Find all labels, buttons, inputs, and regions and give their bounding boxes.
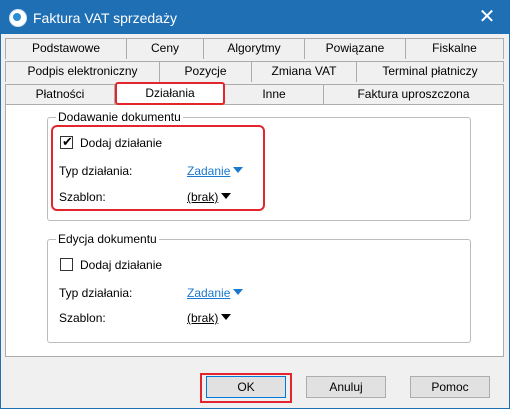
- adding-template-dropdown[interactable]: (brak): [187, 190, 232, 204]
- adding-type-label: Typ działania:: [59, 164, 133, 178]
- close-icon[interactable]: ✕: [465, 1, 509, 34]
- tab-pozycje[interactable]: Pozycje: [159, 61, 252, 82]
- cancel-button[interactable]: Anuluj: [306, 376, 386, 398]
- adding-type-value: Zadanie: [187, 164, 231, 178]
- adding-add-action-checkbox[interactable]: ✔: [60, 134, 73, 149]
- editing-type-value: Zadanie: [187, 286, 231, 300]
- editing-template-value: (brak): [187, 311, 219, 325]
- tab-inne[interactable]: Inne: [224, 84, 324, 105]
- window-title: Faktura VAT sprzedaży: [33, 10, 177, 26]
- group-editing-legend: Edycja dokumentu: [56, 232, 159, 246]
- chevron-down-icon: [233, 167, 244, 173]
- title-bar: Faktura VAT sprzedaży ✕: [1, 1, 509, 34]
- ok-button[interactable]: OK: [206, 376, 286, 398]
- adding-type-dropdown[interactable]: Zadanie: [187, 164, 244, 178]
- tab-terminal-platniczy[interactable]: Terminal płatniczy: [356, 61, 504, 82]
- app-logo-icon: [9, 9, 27, 27]
- tab-platnosci[interactable]: Płatności: [5, 84, 115, 105]
- help-button[interactable]: Pomoc: [410, 376, 490, 398]
- tab-dzialania[interactable]: Działania: [115, 82, 225, 105]
- chevron-down-icon: [221, 193, 232, 199]
- editing-add-action-checkbox[interactable]: [60, 258, 73, 271]
- tab-podstawowe[interactable]: Podstawowe: [5, 38, 127, 59]
- tab-zmiana-vat[interactable]: Zmiana VAT: [251, 61, 357, 82]
- editing-template-dropdown[interactable]: (brak): [187, 311, 232, 325]
- adding-template-label: Szablon:: [59, 190, 106, 204]
- editing-type-label: Typ działania:: [59, 286, 133, 300]
- dialog-window: Faktura VAT sprzedaży ✕ Podstawowe Ceny …: [0, 0, 510, 409]
- tab-fiskalne[interactable]: Fiskalne: [405, 38, 504, 59]
- tab-podpis-elektroniczny[interactable]: Podpis elektroniczny: [5, 61, 160, 82]
- chevron-down-icon: [221, 314, 232, 320]
- editing-template-label: Szablon:: [59, 311, 106, 325]
- adding-add-action-label: Dodaj działanie: [80, 136, 163, 150]
- chevron-down-icon: [233, 289, 244, 295]
- editing-add-action-label: Dodaj działanie: [80, 258, 163, 272]
- tab-ceny[interactable]: Ceny: [126, 38, 204, 59]
- tab-faktura-uproszczona[interactable]: Faktura uproszczona: [323, 84, 504, 105]
- adding-template-value: (brak): [187, 190, 219, 204]
- group-adding-legend: Dodawanie dokumentu: [56, 110, 183, 124]
- tab-powiazane[interactable]: Powiązane: [304, 38, 406, 59]
- tab-panel-dzialania: Dodawanie dokumentu ✔ Dodaj działanie Ty…: [5, 104, 504, 357]
- editing-type-dropdown[interactable]: Zadanie: [187, 286, 244, 300]
- tab-algorytmy[interactable]: Algorytmy: [203, 38, 305, 59]
- checkmark-icon: ✔: [62, 134, 73, 149]
